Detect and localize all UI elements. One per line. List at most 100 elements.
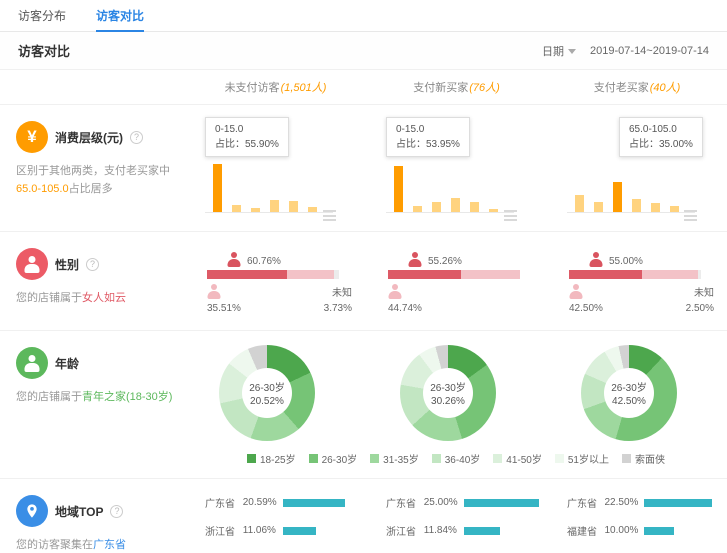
top-tab-bar: 访客分布 访客对比 [0,0,727,32]
consume-chart-cell-unpaid: 0-15.0 占比：55.90% [185,105,366,231]
legend-item[interactable]: 31-35岁 [370,451,419,466]
legend-item[interactable]: 索面侠 [622,451,665,466]
legend-item[interactable]: 18-25岁 [247,451,296,466]
legend-swatch [493,454,502,463]
tooltip-range: 0-15.0 [215,122,279,137]
region-bar[interactable] [644,499,719,507]
age-donut-chart[interactable]: 26-30岁 30.26% [400,345,496,441]
column-header-unpaid: 未支付访客(1,501人) [185,79,366,95]
section-region-top: 地域TOP 您的访客聚集在广东省 广东省 20.59% 浙江省 11.06% 广… [0,478,727,553]
metric-region: 地域TOP 您的访客聚集在广东省 [0,479,185,553]
metric-description: 区别于其他两类，支付老买家中 65.0-105.0占比居多 [16,162,179,198]
age-donut-chart[interactable]: 26-30岁 42.50% [581,345,677,441]
gender-ratio-bar[interactable] [388,270,520,279]
consume-bar-chart[interactable] [567,161,695,213]
donut-center-value: 30.26% [431,396,465,407]
yen-icon: ¥ [16,121,48,153]
male-icon [388,284,401,299]
tab-visitor-compare[interactable]: 访客对比 [96,0,144,32]
date-filter-area: 日期 2019-07-14~2019-07-14 [542,43,709,59]
location-pin-icon [16,495,48,527]
tooltip-range: 0-15.0 [396,122,460,137]
legend-item[interactable]: 26-30岁 [309,451,358,466]
region-chart-cell-new: 广东省 25.00% 浙江省 11.84% [366,479,547,553]
help-icon[interactable] [130,131,143,144]
region-percent: 22.50% [605,497,643,508]
donut-center: 26-30岁 30.26% [423,368,473,418]
metric-description: 您的店铺属于青年之家(18-30岁) [16,388,179,406]
legend-swatch [370,454,379,463]
section-gender: 性别 您的店铺属于女人如云 60.76% 35.51% 未知 [0,231,727,330]
consume-bar-chart[interactable] [205,161,333,213]
gender-ratio-bar[interactable] [207,270,339,279]
region-bar[interactable] [283,527,359,535]
help-icon[interactable] [110,505,123,518]
female-icon [227,252,240,267]
consume-bar-chart[interactable] [386,161,514,213]
donut-center-label: 26-30岁 [430,379,466,394]
region-row: 福建省 10.00% [567,523,719,538]
age-chart-cell-old: 26-30岁 42.50% [547,331,727,441]
age-chart-cell-unpaid: 26-30岁 20.52% [185,331,366,441]
region-chart-cell-unpaid: 广东省 20.59% 浙江省 11.06% [185,479,366,553]
metric-title: 年龄 [55,355,79,372]
region-row: 浙江省 11.84% [386,523,539,538]
metric-consume-level: ¥ 消费层级(元) 区别于其他两类，支付老买家中 65.0-105.0占比居多 [0,105,185,231]
legend-item[interactable]: 36-40岁 [432,451,481,466]
chart-tooltip: 65.0-105.0 占比：35.00% [619,117,703,157]
page-title: 访客对比 [18,41,70,60]
region-chart-cell-old: 广东省 22.50% 福建省 10.00% [547,479,727,553]
legend-swatch [555,454,564,463]
help-icon[interactable] [86,258,99,271]
donut-center: 26-30岁 42.50% [604,368,654,418]
unknown-percent: 3.73% [324,303,352,314]
tooltip-ratio: 占比：53.95% [396,137,460,152]
region-name: 广东省 [386,495,424,510]
consume-chart-cell-old: 65.0-105.0 占比：35.00% [547,105,727,231]
region-percent: 11.84% [424,525,462,536]
age-donut-chart[interactable]: 26-30岁 20.52% [219,345,315,441]
region-bar[interactable] [464,527,540,535]
metric-title: 地域TOP [55,503,103,520]
region-name: 福建省 [567,523,605,538]
female-percent: 55.26% [428,256,462,267]
chart-tooltip: 0-15.0 占比：53.95% [386,117,470,157]
metric-age: 年龄 您的店铺属于青年之家(18-30岁) [0,331,185,441]
legend-item[interactable]: 41-50岁 [493,451,542,466]
legend-item[interactable]: 51岁以上 [555,451,609,466]
date-label: 日期 [542,46,564,58]
legend-swatch [309,454,318,463]
date-dropdown[interactable]: 日期 [542,43,576,59]
donut-center: 26-30岁 20.52% [242,368,292,418]
tab-visitor-distribution[interactable]: 访客分布 [18,0,66,32]
male-icon [207,284,220,299]
chevron-down-icon [568,49,576,54]
region-bar[interactable] [644,527,719,535]
region-bar[interactable] [464,499,540,507]
donut-center-label: 26-30岁 [249,379,285,394]
region-bar[interactable] [283,499,359,507]
column-header-new-buyers: 支付新买家(76人) [366,79,547,95]
legend-swatch [622,454,631,463]
region-name: 浙江省 [386,523,424,538]
page-header: 访客对比 日期 2019-07-14~2019-07-14 [0,32,727,70]
tooltip-ratio: 占比：35.00% [629,137,693,152]
gender-chart-cell-new: 55.26% 44.74% [366,232,547,330]
age-icon [16,347,48,379]
unknown-label: 未知 [694,284,714,299]
unknown-label: 未知 [332,284,352,299]
visitor-compare-page: 访客分布 访客对比 访客对比 日期 2019-07-14~2019-07-14 … [0,0,727,553]
column-headers: 未支付访客(1,501人) 支付新买家(76人) 支付老买家(40人) [0,70,727,105]
gender-chart-cell-old: 55.00% 42.50% 未知 2.50% [547,232,727,330]
female-percent: 55.00% [609,256,643,267]
donut-center-value: 20.52% [250,396,284,407]
metric-gender: 性别 您的店铺属于女人如云 [0,232,185,330]
date-range[interactable]: 2019-07-14~2019-07-14 [590,45,709,57]
metric-title: 消费层级(元) [55,129,123,146]
gender-chart-cell-unpaid: 60.76% 35.51% 未知 3.73% [185,232,366,330]
male-percent: 42.50% [569,303,603,314]
donut-center-label: 26-30岁 [611,379,647,394]
section-age: 年龄 您的店铺属于青年之家(18-30岁) 26-30岁 20.52% 26-3… [0,330,727,478]
region-name: 广东省 [567,495,605,510]
gender-ratio-bar[interactable] [569,270,701,279]
